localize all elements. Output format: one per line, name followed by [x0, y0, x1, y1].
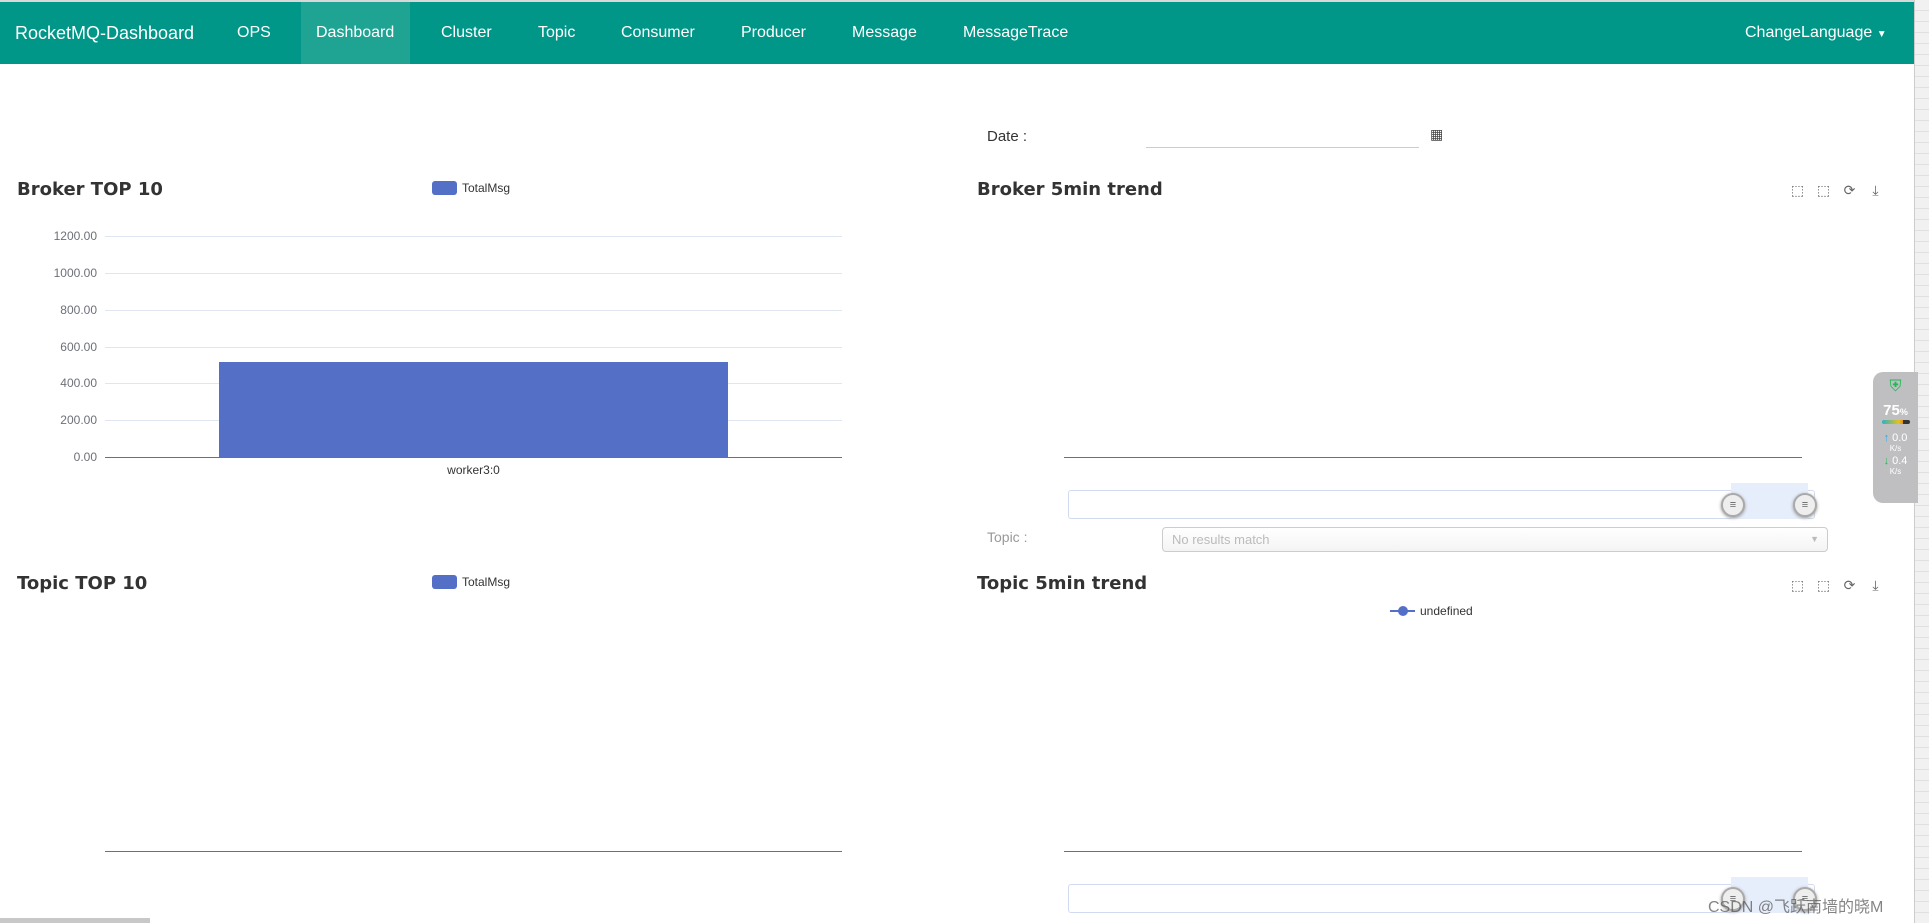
nav-consumer[interactable]: Consumer — [606, 2, 710, 64]
zoom-reset-icon[interactable]: ⬚ — [1816, 183, 1831, 198]
top-navbar: RocketMQ-Dashboard OPS Dashboard Cluster… — [0, 0, 1914, 64]
change-language-label: ChangeLanguage — [1745, 24, 1873, 41]
arrow-down-icon: ↓ — [1883, 455, 1890, 467]
save-image-icon[interactable]: ⤓ — [1868, 183, 1883, 198]
nav-ops[interactable]: OPS — [222, 2, 286, 64]
grid-line — [105, 346, 842, 348]
nav-message[interactable]: Message — [837, 2, 932, 64]
datazoom-handle-right[interactable]: ≡ — [1793, 493, 1817, 517]
network-monitor-widget[interactable]: ⛨ 75% ↑ 0.0 K/s ↓ 0.4 K/s — [1873, 372, 1918, 503]
topic-trend-toolbox: ⬚ ⬚ ⟳ ⤓ — [1790, 578, 1883, 593]
y-tick-label: 0.00 — [73, 450, 97, 464]
topic-top-title: Topic TOP 10 — [17, 573, 148, 594]
nav-cluster[interactable]: Cluster — [426, 2, 507, 64]
topic-filter-label: Topic : — [987, 529, 1028, 545]
bar[interactable] — [219, 362, 728, 457]
legend-swatch — [432, 181, 457, 195]
save-image-icon[interactable]: ⤓ — [1868, 578, 1883, 593]
download-speed: 0.4 — [1892, 455, 1908, 467]
grid-line — [105, 272, 842, 274]
topic-select-placeholder: No results match — [1172, 532, 1270, 547]
y-tick-label: 1200.00 — [53, 229, 97, 243]
topic-select[interactable]: No results match ▼ — [1162, 527, 1828, 552]
nav-messagetrace[interactable]: MessageTrace — [948, 2, 1083, 64]
zoom-icon[interactable]: ⬚ — [1790, 183, 1805, 198]
brand-logo[interactable]: RocketMQ-Dashboard — [0, 2, 209, 64]
y-tick-label: 800.00 — [60, 302, 97, 317]
nav-producer[interactable]: Producer — [726, 2, 821, 64]
zoom-icon[interactable]: ⬚ — [1790, 578, 1805, 593]
topic-trend-title: Topic 5min trend — [977, 573, 1148, 594]
change-language-dropdown[interactable]: ChangeLanguage ▼ — [1730, 2, 1902, 64]
widget-percent-unit: % — [1899, 407, 1908, 417]
grid-line — [105, 236, 842, 237]
arrow-up-icon: ↑ — [1883, 432, 1890, 444]
topic-top-legend[interactable]: TotalMsg — [432, 575, 510, 589]
broker-trend-toolbox: ⬚ ⬚ ⟳ ⤓ — [1790, 183, 1883, 198]
upload-unit: K/s — [1889, 444, 1902, 453]
x-axis-line — [105, 457, 842, 458]
legend-label: undefined — [1420, 604, 1473, 618]
y-tick-label: 400.00 — [60, 376, 97, 391]
usage-bar — [1881, 420, 1910, 424]
shield-check-icon: ⛨ — [1889, 378, 1902, 395]
upload-speed: 0.0 — [1892, 432, 1908, 444]
legend-label: TotalMsg — [462, 575, 511, 589]
topic-top-x-axis — [105, 851, 842, 852]
legend-swatch — [432, 575, 457, 589]
broker-top-title: Broker TOP 10 — [17, 179, 163, 200]
y-tick-label: 600.00 — [60, 339, 97, 354]
grid-line — [105, 309, 842, 311]
date-label: Date : — [987, 128, 1028, 145]
horizontal-scrollbar[interactable] — [0, 918, 150, 923]
caret-down-icon: ▼ — [1810, 534, 1819, 544]
broker-top-legend[interactable]: TotalMsg — [432, 181, 510, 195]
date-input[interactable] — [1146, 122, 1419, 148]
datazoom-handle-left[interactable]: ≡ — [1721, 493, 1745, 517]
download-unit: K/s — [1889, 467, 1902, 476]
y-tick-label: 200.00 — [60, 413, 97, 428]
x-tick-label: worker3:0 — [447, 463, 500, 477]
topic-trend-x-axis — [1064, 851, 1802, 852]
y-tick-label: 1000.00 — [53, 265, 97, 280]
broker-trend-title: Broker 5min trend — [977, 179, 1163, 200]
caret-down-icon: ▼ — [1876, 29, 1887, 40]
topic-trend-legend[interactable]: undefined — [1390, 604, 1473, 618]
restore-icon[interactable]: ⟳ — [1842, 578, 1857, 593]
zoom-reset-icon[interactable]: ⬚ — [1816, 578, 1831, 593]
topic-trend-datazoom[interactable] — [1068, 884, 1815, 913]
nav-topic[interactable]: Topic — [523, 2, 590, 64]
broker-trend-x-axis — [1064, 457, 1802, 458]
nav-dashboard[interactable]: Dashboard — [301, 2, 410, 64]
widget-percent: 75 — [1883, 402, 1900, 419]
watermark: CSDN @飞跃南墙的晓M — [1708, 899, 1884, 916]
calendar-icon[interactable]: ▦ — [1430, 126, 1443, 143]
broker-trend-datazoom[interactable] — [1068, 490, 1815, 519]
legend-line-marker-icon — [1390, 606, 1415, 616]
restore-icon[interactable]: ⟳ — [1842, 183, 1857, 198]
legend-label: TotalMsg — [462, 181, 511, 195]
